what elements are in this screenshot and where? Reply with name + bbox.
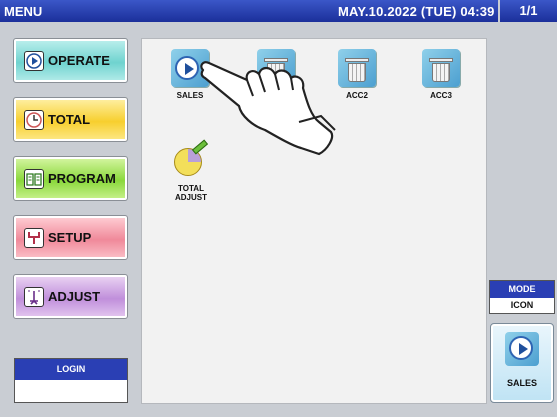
mode-label: MODE bbox=[490, 281, 554, 298]
play-icon bbox=[505, 332, 539, 366]
trash-icon bbox=[422, 49, 460, 87]
total-button[interactable]: TOTAL bbox=[13, 97, 128, 142]
page-indicator: 1/1 bbox=[498, 0, 557, 22]
program-label: PROGRAM bbox=[48, 171, 116, 186]
mode-value: ICON bbox=[510, 300, 534, 310]
quick-sales-label: SALES bbox=[506, 378, 537, 388]
book-icon bbox=[24, 168, 44, 189]
clock-icon bbox=[24, 109, 44, 130]
wrench-icon bbox=[24, 227, 44, 248]
setup-label: SETUP bbox=[48, 230, 92, 245]
adjust-button[interactable]: ADJUST bbox=[13, 274, 128, 319]
operate-label: OPERATE bbox=[48, 53, 110, 68]
acc3-icon-button[interactable]: ACC3 bbox=[406, 49, 476, 100]
program-button[interactable]: PROGRAM bbox=[13, 156, 128, 201]
datetime-display: MAY.10.2022 (TUE) 04:39 bbox=[338, 4, 495, 19]
hand-pointer-icon bbox=[200, 61, 336, 156]
quick-sales-button[interactable]: SALES bbox=[490, 323, 554, 403]
play-icon bbox=[24, 50, 44, 71]
adjust-icon bbox=[24, 286, 44, 307]
operate-button[interactable]: OPERATE bbox=[13, 38, 128, 83]
setup-button[interactable]: SETUP bbox=[13, 215, 128, 260]
page-title: MENU bbox=[4, 4, 43, 19]
title-bar: MENU MAY.10.2022 (TUE) 04:39 1/1 bbox=[0, 0, 557, 22]
mode-box[interactable]: MODE ICON bbox=[489, 280, 555, 314]
total-adjust-label: TOTAL ADJUST bbox=[174, 184, 207, 202]
adjust-label: ADJUST bbox=[48, 289, 101, 304]
login-box[interactable]: LOGIN bbox=[14, 358, 128, 403]
acc3-label: ACC3 bbox=[430, 91, 452, 100]
login-label: LOGIN bbox=[15, 359, 127, 380]
total-label: TOTAL bbox=[48, 112, 91, 127]
